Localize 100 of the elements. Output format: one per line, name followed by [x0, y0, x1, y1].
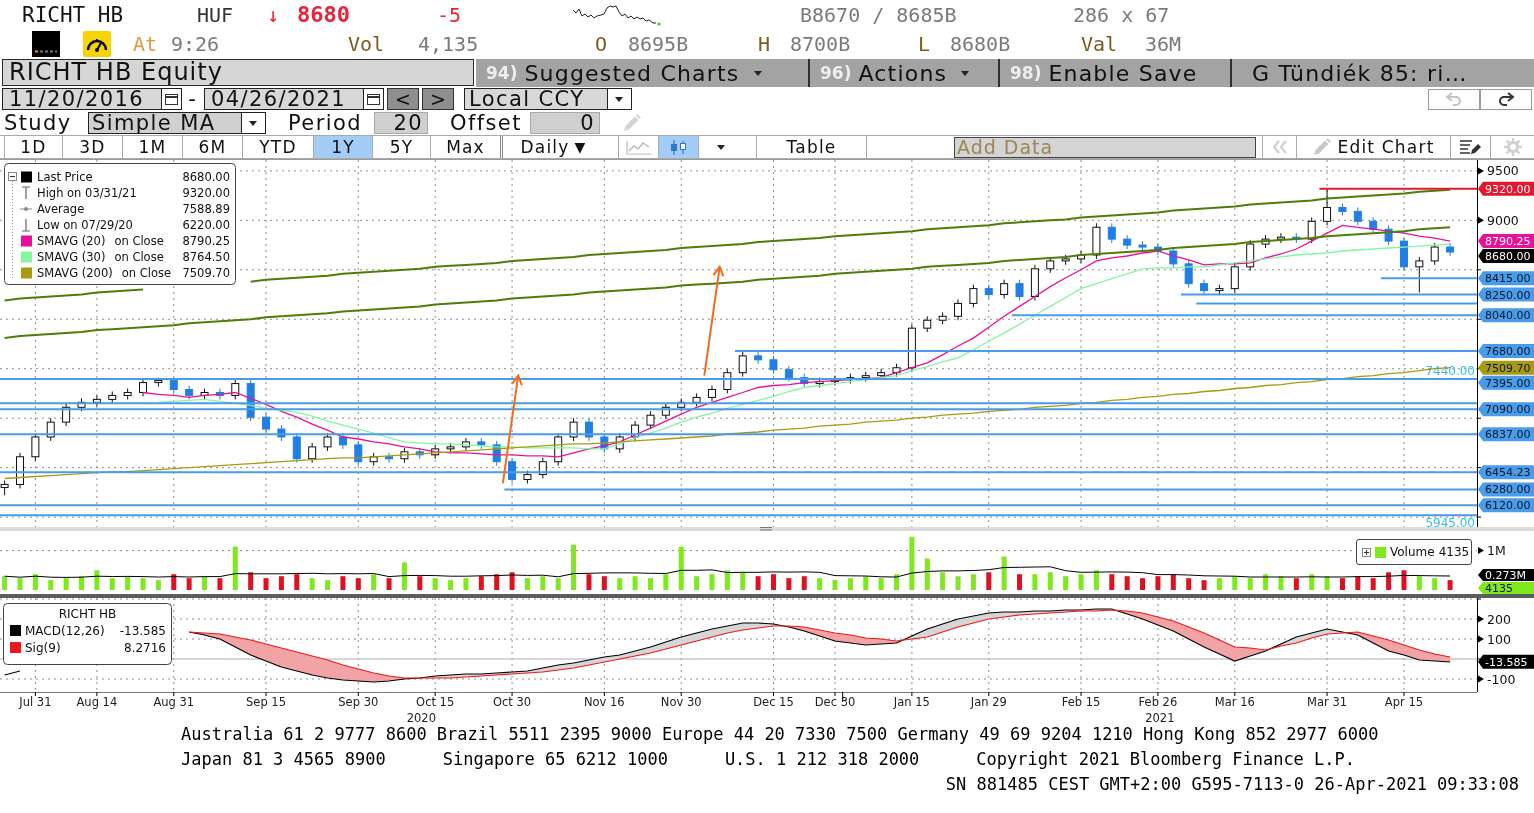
currency: HUF [197, 2, 235, 27]
legend-label: SMAVG (200) [37, 266, 113, 280]
axis-label: Aug 31 [153, 695, 195, 709]
legend-value: 8764.50 [182, 250, 230, 264]
ref-line-label: 6120.00 [1485, 499, 1531, 513]
price-tag: 7680.00 [1478, 343, 1534, 358]
price-tag: 8040.00 [1478, 308, 1534, 323]
axis-label: 9500 [1478, 163, 1519, 179]
bid-ask-size: 286 x 67 [1073, 2, 1171, 27]
contact-line: Australia 61 2 9777 8600 Brazil 5511 2395 9000 Europe 44 20 7330 7500 Germany 49 69 9204 1210 Hong Kong 852 2977 6000 [181, 723, 1379, 744]
stat-value: 8695B [628, 31, 690, 56]
y-tick-label: 9000 [1487, 212, 1519, 228]
stat-value: 8680B [950, 31, 1012, 56]
price-tag: 7509.70 [1478, 360, 1534, 375]
price-tag: 8680.00 [1478, 249, 1534, 264]
value-tag: 4135 [1478, 582, 1534, 594]
legend-title: RICHT HB [58, 607, 117, 621]
axis-label: Apr 15 [1384, 695, 1424, 709]
stat-label: L [918, 31, 932, 56]
ref-line-label: 8415.00 [1485, 272, 1531, 286]
time-label: At [133, 31, 159, 56]
price-tag: 8790.25 [1478, 234, 1534, 249]
axis-label: Nov 30 [660, 695, 702, 709]
axis-label: Nov 16 [583, 695, 625, 709]
axis-label: Jan 15 [893, 695, 930, 709]
stat-label: Vol [348, 31, 386, 56]
ref-line-label: 8250.00 [1485, 288, 1531, 302]
ref-line-label: 7680.00 [1485, 344, 1531, 358]
legend-label: SMAVG (20) [37, 234, 106, 248]
y-tick-label: 9500 [1487, 163, 1519, 179]
axis-label: 100 [1478, 631, 1511, 647]
y-tick-label: -100 [1487, 671, 1516, 687]
axis-label: Mar 31 [1307, 695, 1348, 709]
level-label: 5945.00 [1425, 515, 1475, 527]
period-label: Period [288, 111, 363, 135]
legend-label: SMAVG (30) [37, 250, 106, 264]
axis-label: Dec 30 [814, 695, 856, 709]
stat-value: 4,135 [418, 31, 480, 56]
legend-label: Volume [1390, 545, 1435, 559]
stat-label: Val [1081, 31, 1119, 56]
level-label: 7440.00 [1425, 363, 1475, 378]
legend-value: 9320.00 [182, 186, 230, 200]
y-tick-label: 8790.25 [1485, 235, 1531, 249]
axis-label: Jan 29 [970, 695, 1007, 709]
legend-label: MACD(12,26) [25, 624, 105, 638]
ref-line-label: 6280.00 [1485, 483, 1531, 497]
price-tag: 6837.00 [1478, 427, 1534, 442]
legend-label: High on 03/31/21 [37, 186, 137, 200]
ref-line-label: 9320.00 [1485, 182, 1531, 196]
legend-label: Sig(9) [25, 641, 61, 655]
axis-label: 1M [1478, 543, 1506, 559]
legend-value: 4135 [1438, 545, 1470, 559]
axis-label: Sep 15 [246, 695, 286, 709]
legend-value: -13.585 [119, 624, 166, 638]
legend-basis: on Close [121, 266, 172, 280]
axis-label: Oct 30 [492, 695, 532, 709]
legend-label: Average [37, 202, 85, 216]
stat-value: 8700B [790, 31, 852, 56]
office-contact: U.S. 1 212 318 2000 [724, 749, 920, 769]
axis-label: Oct 15 [416, 695, 455, 709]
stat-label: H [758, 31, 772, 56]
ref-line-label: 7090.00 [1485, 403, 1531, 417]
year-label: 2021 [1145, 711, 1175, 725]
legend-value: 7588.89 [182, 202, 230, 216]
price-tag: 7395.00 [1478, 375, 1534, 390]
ticker: RICHT HB [22, 2, 125, 27]
legend-value: 7509.70 [182, 266, 230, 280]
chart-title: G Tündiék 85: ri… [1251, 59, 1468, 87]
stat-label: O [595, 31, 609, 56]
stat-value: 36M [1145, 31, 1183, 56]
price-tag: 8250.00 [1478, 287, 1534, 302]
axis-label: 9000 [1478, 212, 1519, 228]
office-contact: Japan 81 3 4565 8900 [181, 749, 386, 769]
value-tag: -13.585 [1478, 654, 1534, 669]
copyright-notice: Copyright 2021 Bloomberg Finance L.P. [976, 749, 1356, 769]
value-tag: 0.273M [1478, 569, 1534, 582]
ref-line-label: 7395.00 [1485, 376, 1531, 390]
legend-label: Low on 07/29/20 [37, 218, 133, 232]
ref-line-label: 8040.00 [1485, 309, 1531, 323]
price-change: -5 [437, 2, 463, 27]
y-tick-label: 200 [1487, 611, 1511, 627]
quote-time: 9:26 [171, 31, 221, 56]
legend-value: 8680.00 [182, 170, 230, 184]
offset-label: Offset [450, 111, 523, 135]
price-tag: 8415.00 [1478, 271, 1534, 286]
y-tick-label: 100 [1487, 631, 1511, 647]
date-separator: - [187, 87, 197, 111]
y-tick-label: 7509.70 [1485, 361, 1531, 375]
ref-line-label: 6454.23 [1485, 466, 1531, 480]
legend-value: 8790.25 [182, 234, 230, 248]
axis-label: Dec 15 [753, 695, 794, 709]
legend-basis: on Close [114, 234, 164, 248]
year-label: 2020 [406, 711, 436, 725]
bid-ask: B8670 / 8685B [800, 2, 958, 27]
session-info: SN 881485 CEST GMT+2:00 G595-7113-0 26-Apr-2021 09:33:08 [945, 774, 1519, 794]
legend-basis: on Close [114, 250, 164, 264]
price-tag: 9320.00 [1478, 181, 1534, 196]
axis-label: Feb 26 [1138, 695, 1178, 709]
last-price: 8680 [297, 2, 351, 27]
ref-line-label: 6837.00 [1485, 428, 1531, 442]
